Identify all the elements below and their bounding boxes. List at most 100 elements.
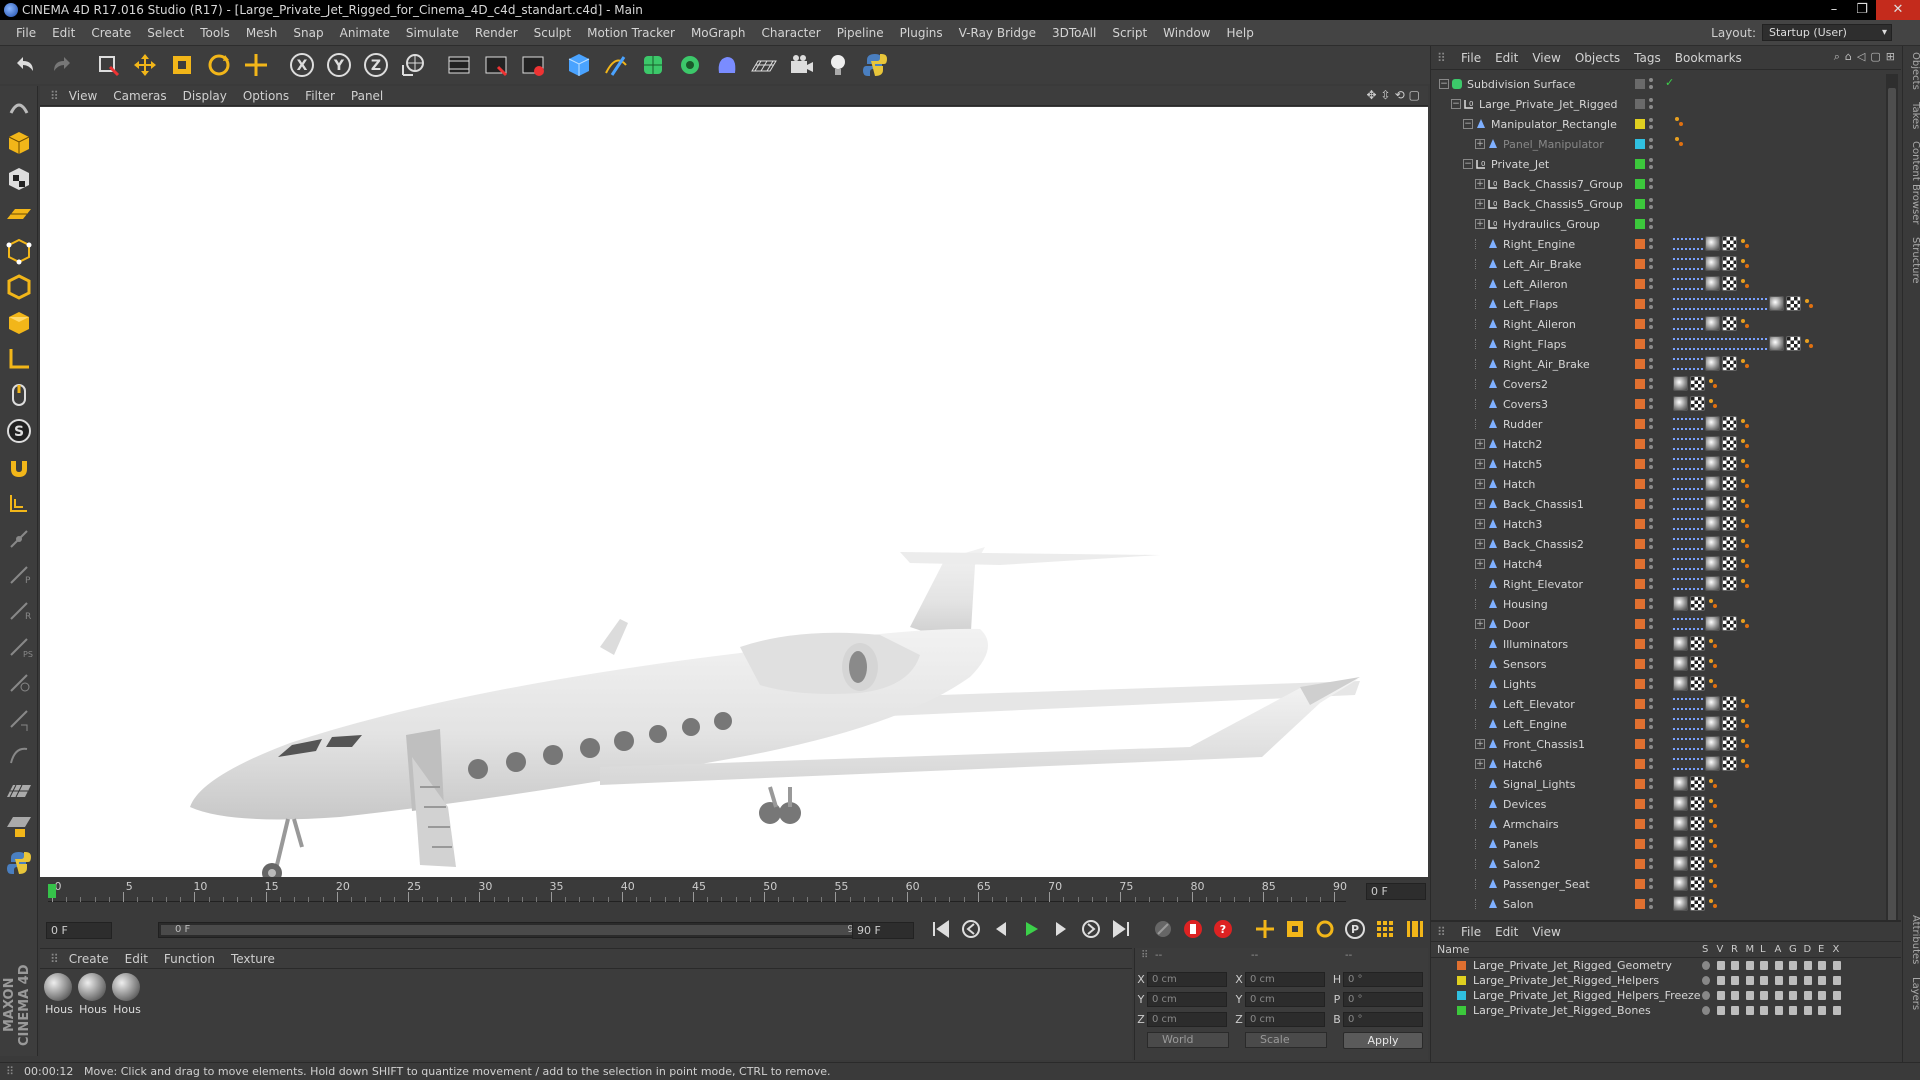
phong-tag-icon[interactable] <box>1673 856 1688 871</box>
expand-toggle-icon[interactable]: + <box>1475 759 1485 769</box>
object-row[interactable]: Left_Engine <box>1431 714 1883 734</box>
expand-toggle-icon[interactable]: + <box>1475 459 1485 469</box>
layer-flag-toggle-icon[interactable] <box>1760 991 1768 1000</box>
side-tab-attributes[interactable]: Attributes <box>1903 909 1920 970</box>
menu-script[interactable]: Script <box>1104 26 1155 40</box>
visibility-dots[interactable] <box>1649 118 1653 130</box>
object-row[interactable]: +0 Back_Chassis5_Group <box>1431 194 1883 214</box>
render-settings-icon[interactable] <box>516 48 550 82</box>
visibility-dots[interactable] <box>1649 778 1653 790</box>
coord-value-field[interactable]: 0 cm <box>1147 1011 1227 1027</box>
xpresso-tag-icon[interactable] <box>1739 498 1751 510</box>
layer-color-swatch[interactable] <box>1635 179 1645 189</box>
phong-tag-icon[interactable] <box>1705 756 1720 771</box>
object-tree-scrollbar[interactable] <box>1886 74 1898 954</box>
rotate-tool-icon[interactable] <box>202 48 236 82</box>
menu-character[interactable]: Character <box>753 26 828 40</box>
phong-tag-icon[interactable] <box>1769 296 1784 311</box>
menu-motion-tracker[interactable]: Motion Tracker <box>579 26 683 40</box>
menu-file[interactable]: File <box>8 26 44 40</box>
xpresso-tag-icon[interactable] <box>1707 798 1719 810</box>
python-icon[interactable] <box>858 48 892 82</box>
ik-tag-icon[interactable] <box>1673 317 1703 330</box>
layer-color-swatch[interactable] <box>1635 199 1645 209</box>
xpresso-tag-icon[interactable] <box>1673 116 1685 128</box>
object-row[interactable]: Passenger_Seat <box>1431 874 1883 894</box>
layer-color-swatch[interactable] <box>1635 79 1645 89</box>
layer-color-swatch[interactable] <box>1635 739 1645 749</box>
ik-tag-icon[interactable] <box>1737 297 1767 310</box>
spline-ik-icon[interactable] <box>2 738 36 772</box>
zoom-view-icon[interactable]: ⇳ <box>1381 88 1391 102</box>
coordinate-system-dropdown[interactable]: World <box>1147 1032 1229 1048</box>
light-icon[interactable] <box>821 48 855 82</box>
ik-tag-icon[interactable] <box>1673 417 1703 430</box>
texture-tag-icon[interactable] <box>1722 716 1737 731</box>
phong-tag-icon[interactable] <box>1673 376 1688 391</box>
layer-color-swatch[interactable] <box>1635 859 1645 869</box>
cloner-icon[interactable] <box>673 48 707 82</box>
phong-tag-icon[interactable] <box>1705 276 1720 291</box>
menu-pipeline[interactable]: Pipeline <box>829 26 892 40</box>
timeline[interactable]: 0 5 10 15 20 25 30 35 40 45 50 55 60 65 70 75 80 85 90 0 F <box>40 878 1428 916</box>
python-script-icon[interactable] <box>2 846 36 880</box>
layer-flag-toggle-icon[interactable] <box>1731 961 1739 970</box>
layer-color-swatch[interactable] <box>1457 1006 1466 1015</box>
visibility-dots[interactable] <box>1649 798 1653 810</box>
layer-color-swatch[interactable] <box>1635 619 1645 629</box>
object-row[interactable]: Salon2 <box>1431 854 1883 874</box>
menu-help[interactable]: Help <box>1218 26 1261 40</box>
size-mode-dropdown[interactable]: Scale <box>1245 1032 1327 1048</box>
xpresso-tag-icon[interactable] <box>1739 738 1751 750</box>
layer-flag-toggle-icon[interactable] <box>1803 961 1812 970</box>
layer-color-swatch[interactable] <box>1457 976 1466 985</box>
menu-window[interactable]: Window <box>1155 26 1218 40</box>
expand-toggle-icon[interactable]: + <box>1475 739 1485 749</box>
layer-flag-toggle-icon[interactable] <box>1745 961 1754 970</box>
viewport-menu-cameras[interactable]: Cameras <box>109 89 178 103</box>
layer-flag-toggle-icon[interactable] <box>1716 961 1725 970</box>
layer-color-swatch[interactable] <box>1635 119 1645 129</box>
xpresso-tag-icon[interactable] <box>1707 658 1719 670</box>
ik-tag-icon[interactable] <box>1673 617 1703 630</box>
object-row[interactable]: Covers3 <box>1431 394 1883 414</box>
coord-value-field[interactable]: 0 cm <box>1245 1011 1325 1027</box>
viewport-3d[interactable] <box>40 107 1428 877</box>
phong-tag-icon[interactable] <box>1705 476 1720 491</box>
layer-color-swatch[interactable] <box>1635 339 1645 349</box>
object-row[interactable]: Illuminators <box>1431 634 1883 654</box>
coord-value-field[interactable]: 0 ° <box>1343 971 1423 987</box>
layer-color-swatch[interactable] <box>1635 759 1645 769</box>
visibility-dots[interactable] <box>1649 358 1653 370</box>
phong-tag-icon[interactable] <box>1673 876 1688 891</box>
ik-tag-icon[interactable] <box>1673 357 1703 370</box>
xpresso-tag-icon[interactable] <box>1707 638 1719 650</box>
next-frame-icon[interactable] <box>1048 916 1074 942</box>
xpresso-tag-icon[interactable] <box>1739 278 1751 290</box>
texture-tag-icon[interactable] <box>1690 376 1705 391</box>
visibility-dots[interactable] <box>1649 138 1653 150</box>
ik-tag-icon[interactable] <box>1673 297 1703 310</box>
ik-tag-icon[interactable] <box>1673 457 1703 470</box>
expand-toggle-icon[interactable]: + <box>1475 439 1485 449</box>
phong-tag-icon[interactable] <box>1673 676 1688 691</box>
object-row[interactable]: Housing <box>1431 594 1883 614</box>
phong-tag-icon[interactable] <box>1705 716 1720 731</box>
phong-tag-icon[interactable] <box>1705 436 1720 451</box>
layer-color-swatch[interactable] <box>1635 399 1645 409</box>
texture-tag-icon[interactable] <box>1722 436 1737 451</box>
object-row[interactable]: Right_Flaps <box>1431 334 1883 354</box>
visibility-dots[interactable] <box>1649 398 1653 410</box>
menu-simulate[interactable]: Simulate <box>398 26 467 40</box>
snap-icon[interactable]: S <box>2 414 36 448</box>
layer-flag-toggle-icon[interactable] <box>1803 976 1812 985</box>
redo-button[interactable] <box>45 48 79 82</box>
object-row[interactable]: + Door <box>1431 614 1883 634</box>
close-button[interactable]: ✕ <box>1876 0 1920 20</box>
menu-select[interactable]: Select <box>139 26 192 40</box>
expand-toggle-icon[interactable]: − <box>1463 159 1473 169</box>
ik-tag-icon[interactable] <box>1705 337 1735 350</box>
expand-toggle-icon[interactable]: + <box>1475 139 1485 149</box>
deformer-icon[interactable] <box>710 48 744 82</box>
bone-tool-icon[interactable]: R <box>2 594 36 628</box>
